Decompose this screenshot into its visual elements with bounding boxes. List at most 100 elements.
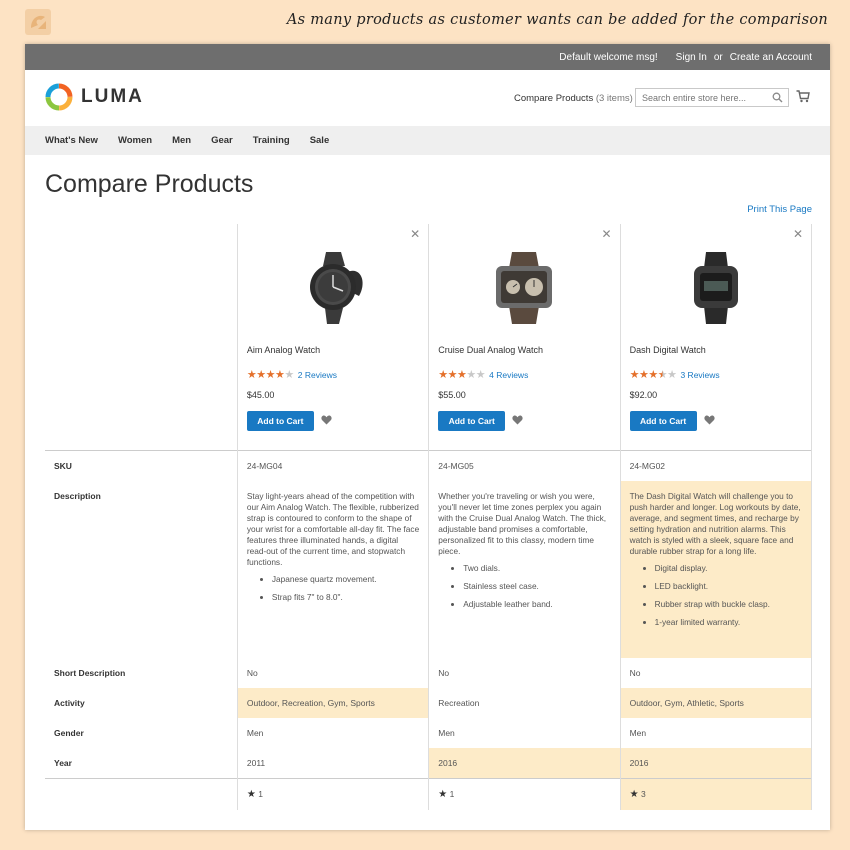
attribute-value: No bbox=[428, 658, 621, 688]
product-rating: ★★★★★ 4 Reviews bbox=[438, 368, 528, 381]
attribute-row-year: Year 2011 2016 2016 bbox=[45, 748, 813, 779]
star-icon: ★ bbox=[447, 369, 458, 381]
product-price: $92.00 bbox=[629, 390, 658, 400]
compare-products-label: Compare Products bbox=[514, 93, 594, 104]
feature-list: Digital display. LED backlight. Rubber s… bbox=[630, 563, 802, 628]
add-to-cart-button[interactable]: Add to Cart bbox=[246, 411, 314, 431]
cart-icon[interactable] bbox=[796, 90, 810, 103]
compare-table: ✕ Aim Analog Watch ★★★★★ 2 Reviews $45.0… bbox=[45, 224, 813, 810]
attribute-row-activity: Activity Outdoor, Recreation, Gym, Sport… bbox=[45, 688, 813, 718]
feature-item: 1-year limited warranty. bbox=[655, 617, 802, 628]
feature-item: Two dials. bbox=[463, 563, 610, 574]
star-icon: ★ bbox=[438, 789, 448, 800]
product-row: ✕ Aim Analog Watch ★★★★★ 2 Reviews $45.0… bbox=[45, 224, 813, 451]
star-icon: ★ bbox=[629, 369, 640, 381]
print-page-link[interactable]: Print This Page bbox=[747, 204, 812, 215]
nav-item-men[interactable]: Men bbox=[172, 135, 191, 146]
compare-products-link[interactable]: Compare Products (3 items) bbox=[514, 93, 633, 104]
rating-count-cell: ★ 1 bbox=[428, 778, 621, 810]
nav-item-gear[interactable]: Gear bbox=[211, 135, 233, 146]
rating-count: 1 bbox=[258, 789, 263, 799]
nav-item-women[interactable]: Women bbox=[118, 135, 152, 146]
sign-in-link[interactable]: Sign In bbox=[676, 52, 707, 63]
feature-item: Adjustable leather band. bbox=[463, 599, 610, 610]
create-account-link[interactable]: Create an Account bbox=[730, 52, 812, 63]
rating-count: 1 bbox=[449, 789, 455, 799]
feature-item: Digital display. bbox=[655, 563, 802, 574]
product-name[interactable]: Dash Digital Watch bbox=[630, 345, 706, 355]
product-cell: ✕ Aim Analog Watch ★★★★★ 2 Reviews $45.0… bbox=[236, 224, 429, 451]
rating-stars: ★★★★★ bbox=[630, 368, 677, 381]
attribute-value: Men bbox=[237, 718, 430, 748]
store-logo-icon bbox=[25, 9, 51, 35]
remove-product-icon[interactable]: ✕ bbox=[793, 227, 803, 241]
search-input[interactable] bbox=[635, 88, 789, 107]
watch-aim-image bbox=[310, 252, 363, 324]
attribute-row-short-description: Short Description No No No bbox=[45, 658, 813, 688]
page-title: Compare Products bbox=[45, 170, 254, 198]
promo-caption: As many products as customer wants can b… bbox=[286, 12, 828, 28]
heart-icon[interactable] bbox=[703, 415, 715, 425]
star-icon: ★ bbox=[256, 369, 266, 381]
top-bar: Default welcome msg! Sign In or Create a… bbox=[25, 44, 830, 70]
rating-count: 3 bbox=[640, 789, 646, 799]
add-to-cart-button[interactable]: Add to Cart bbox=[629, 411, 697, 431]
welcome-message: Default welcome msg! bbox=[559, 51, 658, 63]
attribute-value: Outdoor, Recreation, Gym, Sports bbox=[237, 688, 430, 718]
heart-icon[interactable] bbox=[512, 415, 523, 425]
product-price: $55.00 bbox=[438, 390, 466, 400]
attribute-label: Gender bbox=[45, 718, 238, 748]
attribute-row-rating: ★ 1 ★ 1 ★ 3 bbox=[45, 778, 813, 810]
feature-item: Rubber strap with buckle clasp. bbox=[655, 599, 802, 610]
attribute-row-gender: Gender Men Men Men bbox=[45, 718, 813, 748]
star-icon: ★ bbox=[438, 369, 448, 381]
remove-product-icon[interactable]: ✕ bbox=[602, 227, 612, 241]
watch-cruise-image bbox=[496, 252, 553, 324]
feature-item: LED backlight. bbox=[655, 581, 802, 592]
nav-item-sale[interactable]: Sale bbox=[310, 135, 330, 146]
star-icon: ★ bbox=[275, 369, 285, 381]
heart-icon[interactable] bbox=[321, 415, 332, 425]
description-cell: Whether you're traveling or wish you wer… bbox=[428, 481, 621, 658]
luma-logo[interactable]: LUMA bbox=[45, 83, 144, 111]
add-to-cart-button[interactable]: Add to Cart bbox=[438, 411, 506, 431]
attribute-value: Men bbox=[428, 718, 621, 748]
attribute-value: Recreation bbox=[428, 688, 621, 718]
nav-item-training[interactable]: Training bbox=[253, 135, 290, 146]
rating-count-cell: ★ 3 bbox=[620, 778, 813, 810]
reviews-link[interactable]: 2 Reviews bbox=[298, 370, 337, 380]
rating-count-cell: ★ 1 bbox=[237, 778, 430, 810]
product-image[interactable] bbox=[238, 246, 428, 328]
attribute-value: 24-MG04 bbox=[237, 450, 430, 481]
star-icon: ★ bbox=[466, 369, 476, 381]
attribute-label: Activity bbox=[45, 688, 238, 718]
attribute-label-empty bbox=[45, 778, 238, 810]
reviews-link[interactable]: 3 Reviews bbox=[680, 370, 719, 380]
product-cell: ✕ Cruise Dual Analog Watch ★★★★★ 4 Revie… bbox=[428, 224, 621, 451]
reviews-link[interactable]: 4 Reviews bbox=[489, 370, 528, 380]
feature-item: Stainless steel case. bbox=[463, 581, 610, 592]
attribute-row-sku: SKU 24-MG04 24-MG05 24-MG02 bbox=[45, 450, 813, 481]
attribute-value: Men bbox=[620, 718, 813, 748]
star-icon: ★ bbox=[667, 369, 677, 381]
product-name[interactable]: Aim Analog Watch bbox=[247, 345, 320, 355]
search-icon[interactable] bbox=[772, 92, 783, 103]
attribute-value: No bbox=[620, 658, 813, 688]
product-image[interactable] bbox=[621, 246, 811, 328]
attribute-value: 2016 bbox=[620, 748, 813, 779]
attribute-value: 2016 bbox=[428, 748, 621, 779]
product-name[interactable]: Cruise Dual Analog Watch bbox=[438, 345, 543, 355]
attribute-value: Outdoor, Gym, Athletic, Sports bbox=[620, 688, 813, 718]
remove-product-icon[interactable]: ✕ bbox=[410, 227, 420, 241]
product-image[interactable] bbox=[429, 246, 619, 328]
attribute-value: No bbox=[237, 658, 430, 688]
logo-text: LUMA bbox=[81, 86, 144, 107]
attribute-value: 24-MG02 bbox=[620, 450, 813, 481]
star-icon: ★ bbox=[284, 369, 294, 381]
nav-item-whats-new[interactable]: What's New bbox=[45, 135, 98, 146]
or-text: or bbox=[713, 51, 723, 63]
attribute-label: Short Description bbox=[45, 658, 238, 688]
attribute-row-description: Description Stay light-years ahead of th… bbox=[45, 481, 813, 658]
description-text: The Dash Digital Watch will challenge yo… bbox=[629, 491, 801, 556]
attribute-value: 2011 bbox=[237, 748, 430, 779]
